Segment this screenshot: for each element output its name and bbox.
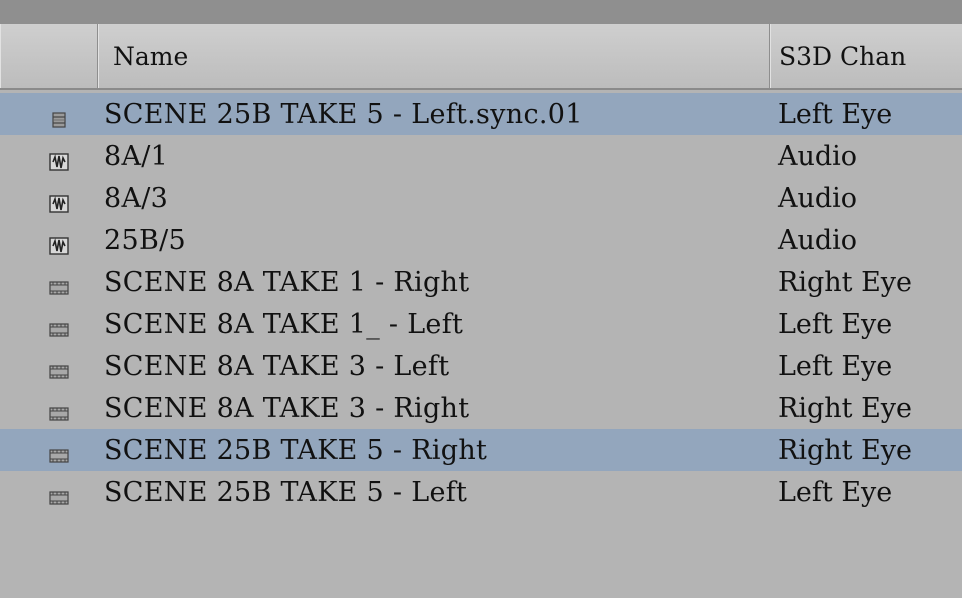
video-clip-icon (49, 273, 69, 295)
clip-row[interactable]: SCENE 25B TAKE 5 - Right Right Eye (0, 429, 962, 471)
clip-name: SCENE 25B TAKE 5 - Left (104, 476, 468, 508)
clip-row[interactable]: 8A/1 Audio (0, 135, 962, 177)
clip-name: SCENE 8A TAKE 3 - Right (104, 392, 470, 424)
video-clip-icon (49, 357, 69, 379)
column-header-name[interactable]: Name (98, 24, 770, 88)
clip-name: SCENE 25B TAKE 5 - Left.sync.01 (104, 98, 583, 130)
audio-clip-icon (49, 189, 69, 213)
column-header-s3d-channel[interactable]: S3D Chan (770, 24, 962, 88)
clip-s3d-channel: Audio (778, 182, 858, 214)
clip-row[interactable]: SCENE 8A TAKE 1_ - Left Left Eye (0, 303, 962, 345)
clip-row[interactable]: SCENE 25B TAKE 5 - Left.sync.01 Left Eye (0, 93, 962, 135)
video-clip-icon (49, 483, 69, 505)
clip-name: SCENE 8A TAKE 1_ - Left (104, 308, 464, 340)
clip-s3d-channel: Right Eye (778, 392, 913, 424)
clip-s3d-channel: Left Eye (778, 308, 893, 340)
clip-name: 8A/3 (104, 182, 169, 214)
clip-s3d-channel: Audio (778, 140, 858, 172)
clip-s3d-channel: Left Eye (778, 476, 893, 508)
clip-list: SCENE 25B TAKE 5 - Left.sync.01 Left Eye… (0, 93, 962, 513)
clip-s3d-channel: Left Eye (778, 98, 893, 130)
video-clip-icon (49, 441, 69, 463)
clip-s3d-channel: Audio (778, 224, 858, 256)
clip-row[interactable]: SCENE 8A TAKE 1 - Right Right Eye (0, 261, 962, 303)
clip-name: SCENE 25B TAKE 5 - Right (104, 434, 488, 466)
clip-name: 8A/1 (104, 140, 169, 172)
clip-row[interactable]: SCENE 25B TAKE 5 - Left Left Eye (0, 471, 962, 513)
clip-name: SCENE 8A TAKE 1 - Right (104, 266, 470, 298)
audio-clip-icon (49, 147, 69, 171)
audio-clip-icon (49, 231, 69, 255)
bin-toolbar-strip (0, 0, 962, 25)
clip-row[interactable]: 25B/5 Audio (0, 219, 962, 261)
clip-icon (49, 105, 69, 128)
video-clip-icon (49, 315, 69, 337)
column-header-icon[interactable] (0, 24, 98, 88)
clip-row[interactable]: SCENE 8A TAKE 3 - Right Right Eye (0, 387, 962, 429)
clip-s3d-channel: Right Eye (778, 434, 913, 466)
clip-name: SCENE 8A TAKE 3 - Left (104, 350, 450, 382)
clip-s3d-channel: Left Eye (778, 350, 893, 382)
clip-s3d-channel: Right Eye (778, 266, 913, 298)
clip-name: 25B/5 (104, 224, 186, 256)
bin-window: Name S3D Chan SCENE 25B TAKE 5 - Left.sy… (0, 0, 962, 598)
video-clip-icon (49, 399, 69, 421)
clip-row[interactable]: SCENE 8A TAKE 3 - Left Left Eye (0, 345, 962, 387)
clip-row[interactable]: 8A/3 Audio (0, 177, 962, 219)
column-header-row: Name S3D Chan (0, 24, 962, 90)
